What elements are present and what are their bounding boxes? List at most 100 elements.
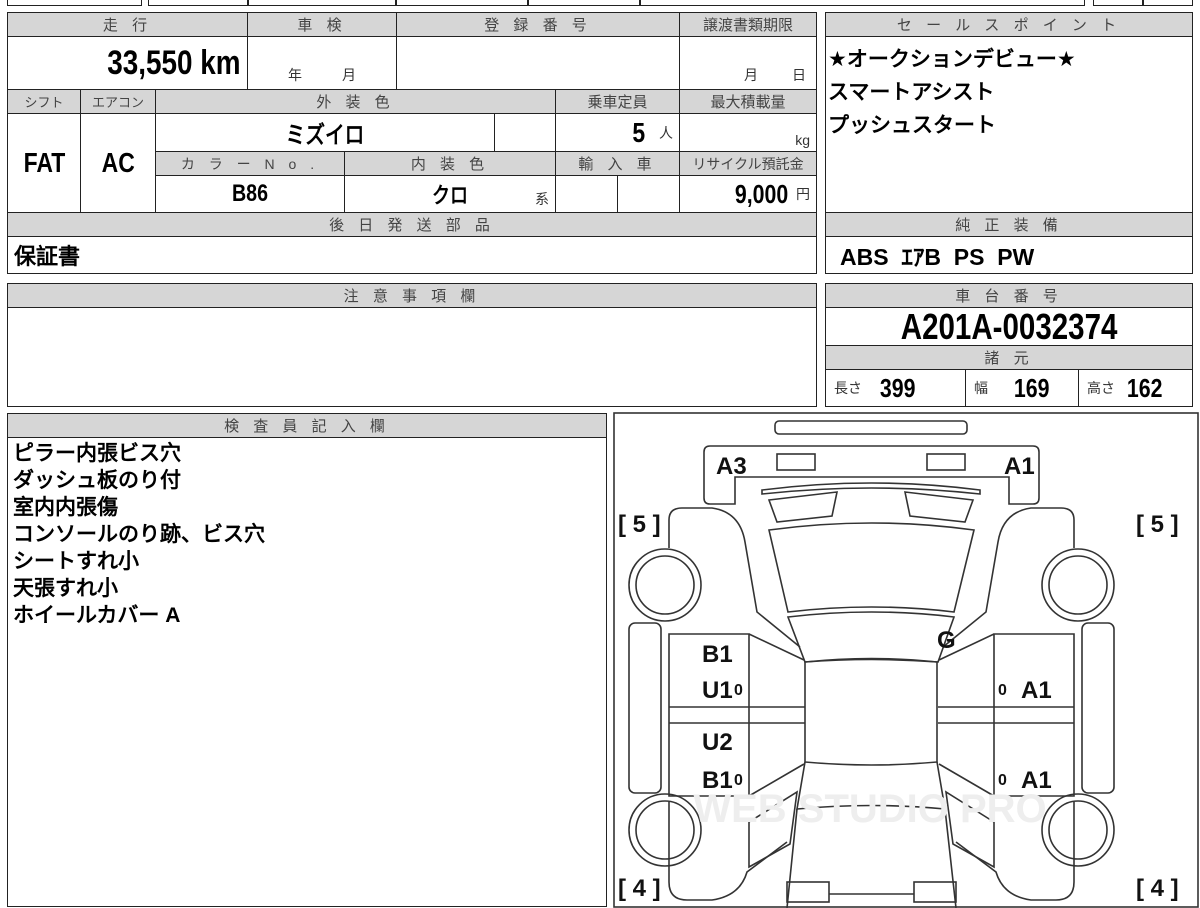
aircon-text: AC [101, 147, 135, 178]
top-strip-cell [528, 0, 640, 6]
import-value-1 [555, 175, 618, 213]
registration-header: 登 録 番 号 [396, 12, 680, 37]
color-no-header: カ ラ ー N o . [155, 151, 345, 176]
top-strip-cell [1093, 0, 1143, 6]
capacity-unit: 人 [659, 124, 673, 141]
front-left-lamp [776, 453, 816, 471]
top-strip-cell [396, 0, 528, 6]
sales-point-item: ★オークションデビュー★ [828, 48, 1076, 71]
shift-header: シフト [7, 89, 81, 114]
equipment-value: ABS ｴｱB PS PW [825, 236, 1193, 274]
recycle-number: 9,000 [734, 178, 789, 209]
color-no-text: B86 [231, 180, 269, 207]
sales-points-list: ★オークションデビュー★ スマートアシスト プッシュスタート [825, 36, 1193, 213]
zero-mark: 0 [998, 772, 1007, 789]
right-sill [1081, 622, 1115, 794]
sales-point-item: スマートアシスト [828, 81, 995, 104]
headlight-right [903, 491, 975, 523]
aircon-value: AC [80, 113, 156, 213]
inspection-month: 月 [342, 67, 356, 83]
chassis-number: A201A-0032374 [900, 307, 1118, 346]
score-front-left: [ 5 ] [618, 511, 661, 538]
inspector-line: ホイールカバー A [13, 604, 181, 627]
chassis-header: 車 台 番 号 [825, 283, 1193, 308]
top-strip-cell [1143, 0, 1193, 6]
exterior-color-text: ミズイロ [285, 122, 365, 149]
mileage-value: 33,550 km [7, 36, 248, 90]
mileage-header: 走 行 [7, 12, 248, 37]
later-parts-value: 保証書 [7, 236, 817, 274]
top-strip-cell [7, 0, 142, 6]
registration-value [396, 36, 680, 90]
top-strip-cell [248, 0, 396, 6]
recycle-value: 9,000 円 [679, 175, 817, 213]
inspector-header: 検 査 員 記 入 欄 [7, 413, 607, 438]
label-right-rear: A1 [1021, 767, 1052, 794]
label-left-front-door: B1 [702, 641, 733, 668]
front-bumper [774, 420, 968, 435]
label-right-front: A1 [1021, 677, 1052, 704]
width-value: 169 [1013, 372, 1050, 403]
deadline-day: 日 [792, 67, 806, 83]
import-value-2 [617, 175, 680, 213]
label-left-rear-door: U2 [702, 729, 733, 756]
length-value: 399 [879, 372, 916, 403]
notes-value [7, 307, 817, 407]
top-strip-cell [148, 0, 248, 6]
inspector-line: シートすれ小 [13, 550, 139, 573]
label-front-left: A3 [716, 453, 747, 480]
max-load-value: kg [679, 113, 817, 152]
watermark: WEB STUDIO PRO [693, 787, 1046, 831]
label-left-front-sill: U1 [702, 677, 733, 704]
score-front-right: [ 5 ] [1136, 511, 1179, 538]
deadline-month: 月 [744, 67, 758, 83]
interior-color-header: 内 装 色 [344, 151, 556, 176]
height-value: 162 [1126, 372, 1163, 403]
label-left-rear-sill: B1 [702, 767, 733, 794]
windshield [768, 522, 975, 613]
interior-color-suffix: 系 [535, 191, 549, 207]
mileage-unit: km [200, 43, 241, 82]
spec-length: 長さ 399 [825, 369, 966, 407]
length-label: 長さ [834, 380, 862, 396]
exterior-color-extra [494, 113, 556, 152]
top-strip-cell [640, 0, 1085, 6]
score-rear-right: [ 4 ] [1136, 875, 1179, 902]
import-header: 輸 入 車 [555, 151, 680, 176]
front-panel [703, 445, 1040, 505]
notes-header: 注 意 事 項 欄 [7, 283, 817, 308]
color-no-value: B86 [155, 175, 345, 213]
inspection-header: 車 検 [247, 12, 397, 37]
interior-color-text: クロ [431, 183, 469, 208]
capacity-value: 5人 [555, 113, 680, 152]
mileage-number: 33,550 [107, 43, 193, 82]
sales-points-header: セ ー ル ス ポ イ ン ト [825, 12, 1193, 37]
chassis-value: A201A-0032374 [825, 307, 1193, 346]
exterior-color-value: ミズイロ [155, 113, 495, 152]
car-damage-diagram: WEB STUDIO PRO A3 A1 [ 5 ] [ 5 ] [ 4 ] [… [613, 412, 1199, 908]
shift-text: FAT [23, 147, 65, 178]
capacity-number: 5 [632, 116, 646, 148]
left-sill [628, 622, 662, 794]
transfer-deadline-value: 月 日 [679, 36, 817, 90]
front-right-lamp [926, 453, 966, 471]
recycle-header: リサイクル預託金 [679, 151, 817, 176]
recycle-unit: 円 [796, 186, 810, 202]
height-label: 高さ [1087, 380, 1115, 396]
label-front-right: A1 [1004, 453, 1035, 480]
specs-header: 諸 元 [825, 345, 1193, 370]
spec-width: 幅 169 [965, 369, 1079, 407]
max-load-header: 最大積載量 [679, 89, 817, 114]
exterior-color-header: 外 装 色 [155, 89, 556, 114]
inspection-value: 年 月 [247, 36, 397, 90]
interior-color-value: クロ 系 [344, 175, 556, 213]
inspection-year: 年 [288, 67, 302, 83]
zero-mark: 0 [998, 682, 1007, 699]
inspector-notes: ピラー内張ビス穴 ダッシュ板のり付 室内内張傷 コンソールのり跡、ビス穴 シート… [7, 437, 607, 907]
width-label: 幅 [974, 380, 988, 396]
roof-front [786, 611, 956, 663]
inspector-line: 室内内張傷 [13, 496, 118, 519]
capacity-header: 乗車定員 [555, 89, 680, 114]
zero-mark: 0 [734, 682, 743, 699]
zero-mark: 0 [734, 772, 743, 789]
